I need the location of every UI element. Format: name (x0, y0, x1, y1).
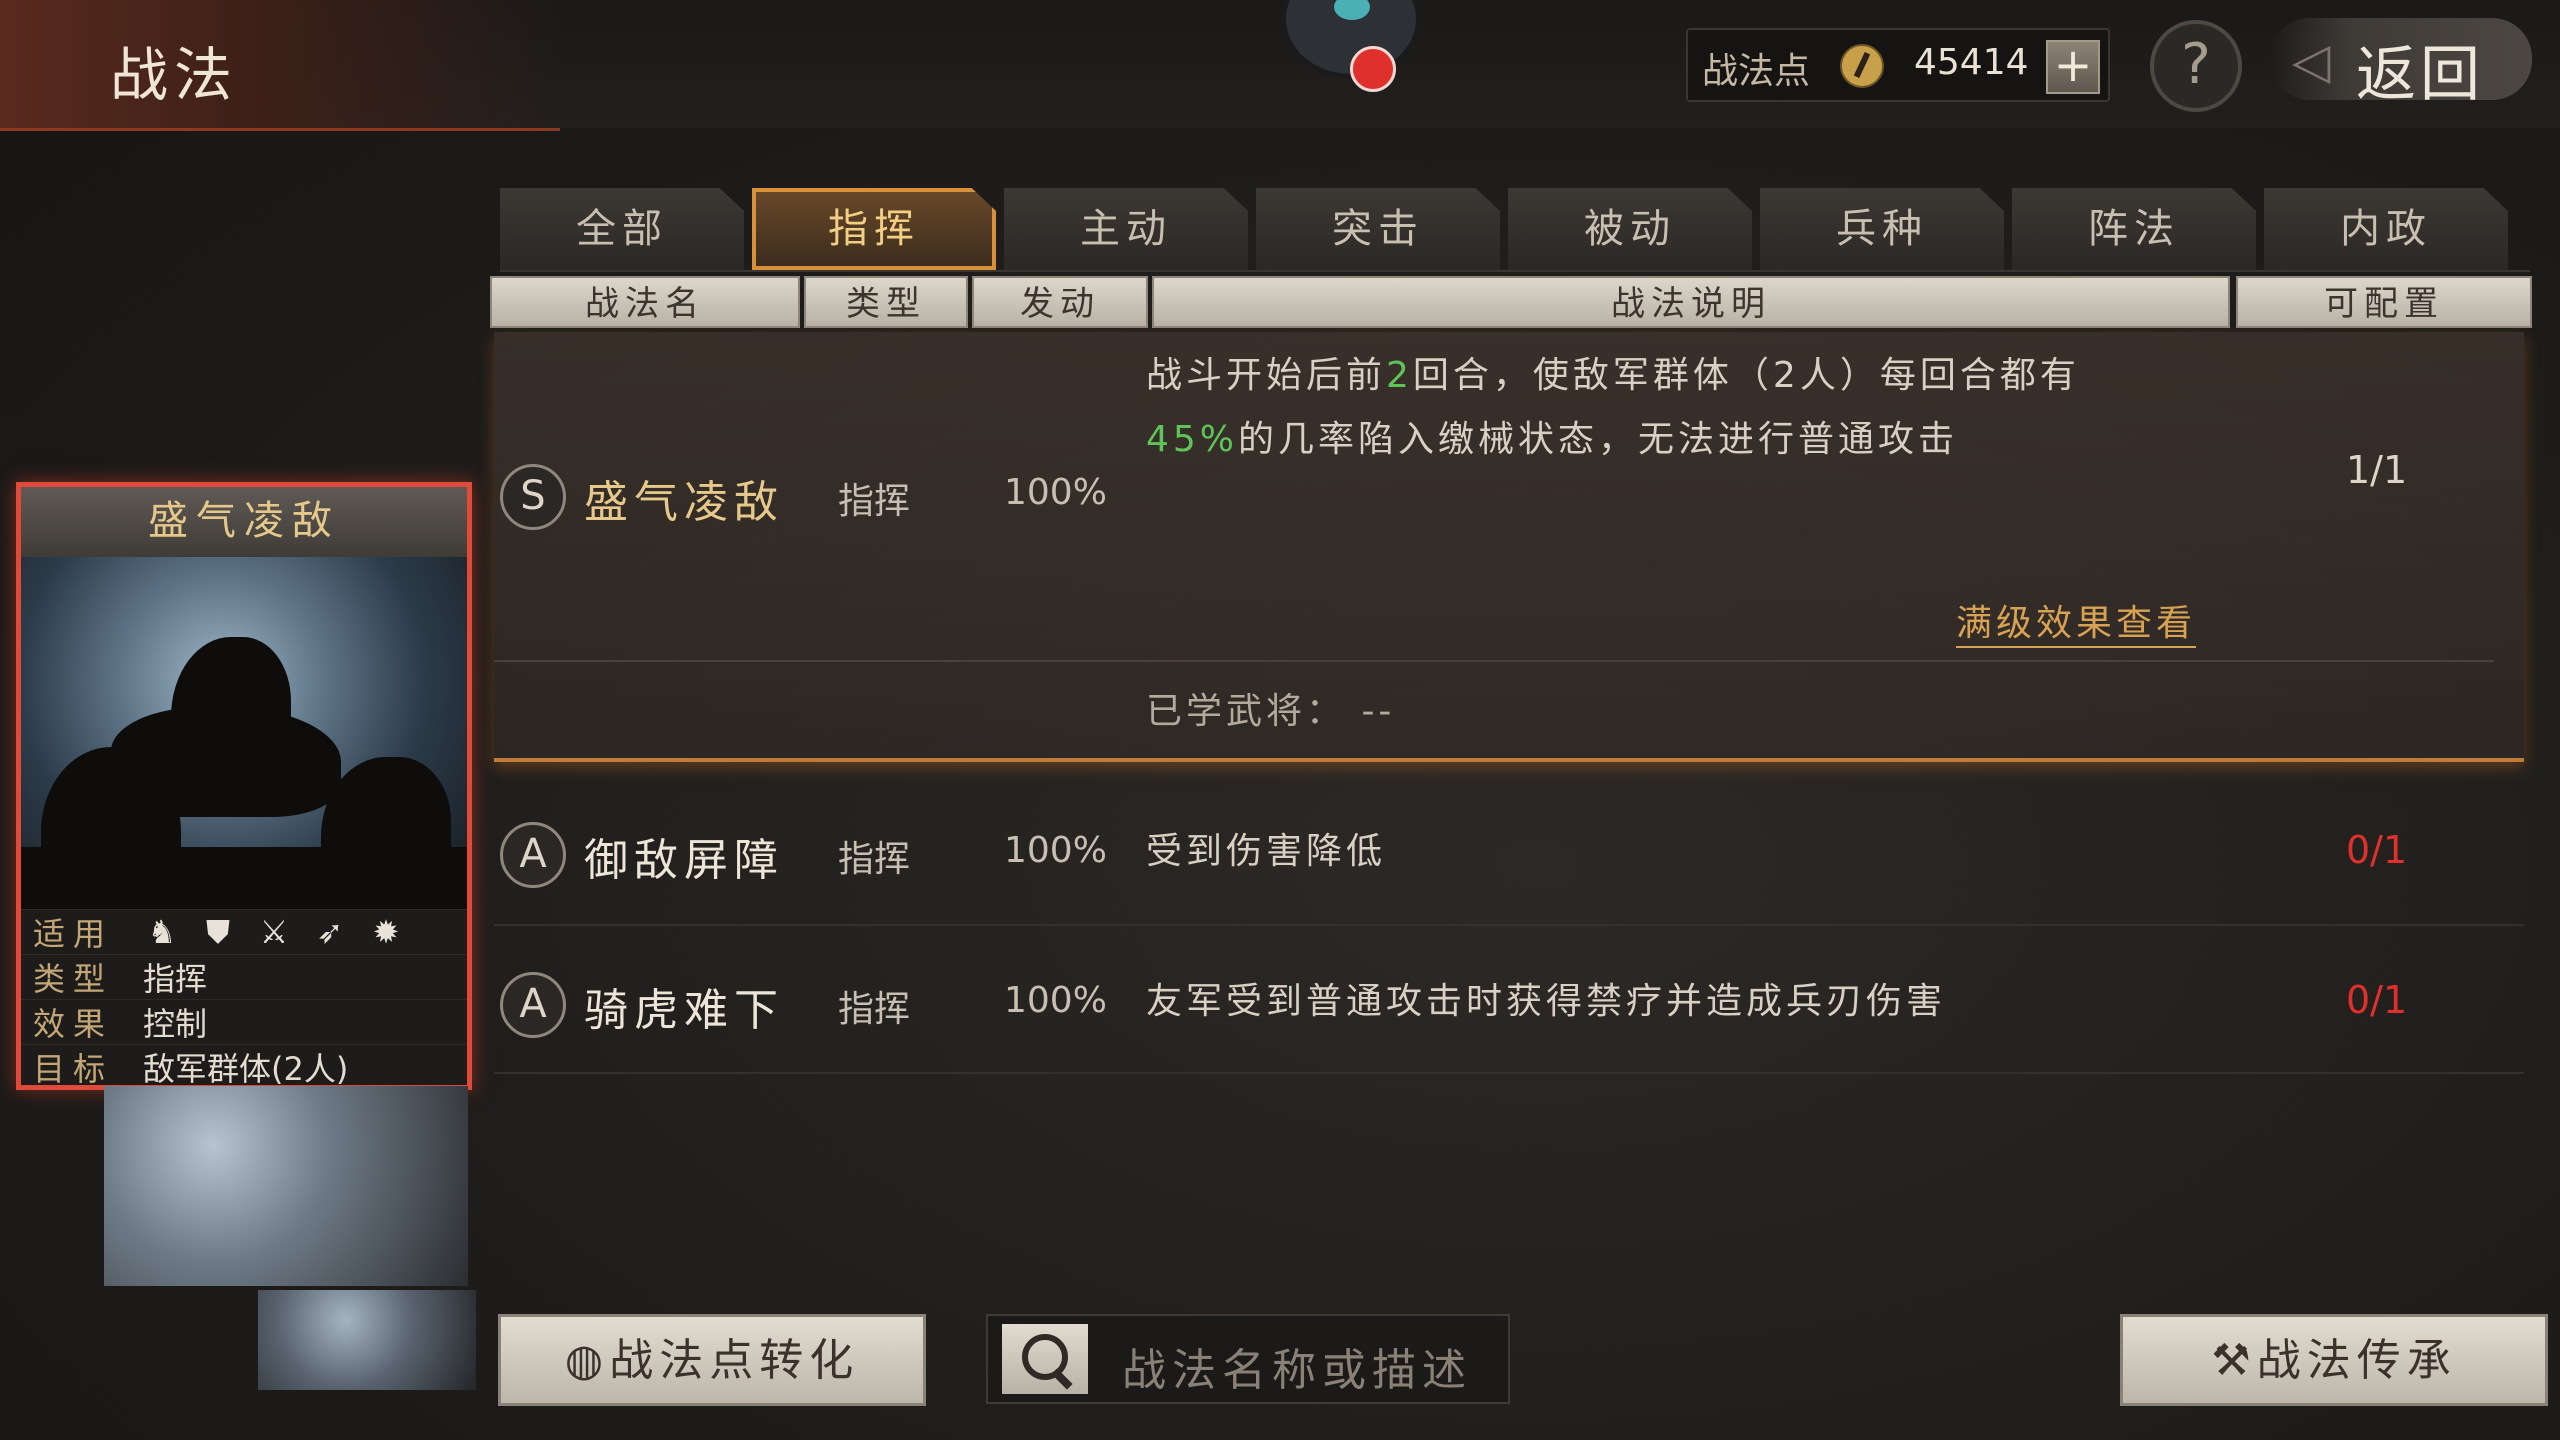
skill-name: 骑虎难下 (584, 985, 784, 1036)
shield-icon: ⛊ (205, 913, 230, 951)
back-button[interactable]: ◁ 返回 (2270, 18, 2532, 110)
skill-probability: 100% (1004, 472, 1107, 513)
stacked-card-art[interactable] (104, 1086, 468, 1286)
skill-description: 战斗开始后前2回合，使敌军群体（2人）每回合都有 45%的几率陷入缴械状态，无法… (1146, 344, 2216, 472)
skill-points-icon: ◍ (564, 1335, 610, 1386)
title-plate: 战法 (0, 0, 560, 131)
crossed-swords-icon: ⚔ (259, 913, 289, 951)
search-placeholder: 战法名称或描述 (1122, 1345, 1472, 1396)
skill-config-count: 0/1 (2346, 978, 2408, 1022)
card-row-effect: 效果 控制 (21, 999, 467, 1044)
card-row-target: 目标 敌军群体(2人) (21, 1044, 467, 1089)
category-tabs: 全部 指挥 主动 突击 被动 兵种 阵法 内政 (500, 188, 2510, 270)
card-label-applicable: 适用 (33, 915, 114, 953)
card-label-type: 类型 (33, 960, 114, 998)
row-divider (494, 660, 2494, 662)
search-input[interactable]: 战法名称或描述 (986, 1314, 1510, 1404)
inherit-skill-label: 战法传承 (2256, 1335, 2457, 1386)
grade-badge: S (500, 464, 566, 530)
cavalry-icon: ♞ (147, 913, 177, 951)
column-header-config[interactable]: 可配置 (2236, 276, 2532, 328)
card-value-effect: 控制 (143, 1005, 208, 1043)
skill-type: 指挥 (838, 481, 911, 522)
grade-badge: A (500, 972, 566, 1038)
skill-name: 御敌屏障 (584, 835, 784, 886)
skill-config-count: 1/1 (2346, 448, 2408, 492)
tab-all[interactable]: 全部 (500, 188, 744, 270)
page-title: 战法 (110, 41, 239, 109)
search-button[interactable] (1002, 1324, 1088, 1394)
card-value-target: 敌军群体(2人) (143, 1050, 349, 1088)
inherit-skill-button[interactable]: ⚒战法传承 (2120, 1314, 2548, 1406)
hammer-icon: ⚒ (2211, 1335, 2257, 1386)
skill-points-label: 战法点 (1702, 51, 1811, 92)
tab-passive[interactable]: 被动 (1508, 188, 1752, 270)
max-level-effect-link[interactable]: 满级效果查看 (1956, 594, 2197, 648)
tab-command[interactable]: 指挥 (752, 188, 996, 270)
skill-points-icon (1840, 44, 1884, 88)
skill-description: 受到伤害降低 (1146, 831, 1387, 872)
skill-probability: 100% (1004, 830, 1107, 871)
card-row-type: 类型 指挥 (21, 954, 467, 999)
tab-formation[interactable]: 阵法 (2012, 188, 2256, 270)
back-label: 返回 (2356, 40, 2484, 110)
skill-points-box: 战法点 45414 + (1686, 28, 2110, 102)
learned-generals: 已学武将： -- (1146, 691, 1396, 732)
stacked-card-art[interactable] (258, 1290, 476, 1390)
card-value-type: 指挥 (143, 960, 208, 998)
card-row-applicable: 适用 ♞ ⛊ ⚔ ➶ ✹ (21, 909, 467, 954)
column-header-desc: 战法说明 (1152, 276, 2230, 328)
skill-type: 指挥 (838, 839, 911, 880)
tab-troop[interactable]: 兵种 (1760, 188, 2004, 270)
skill-probability: 100% (1004, 980, 1107, 1021)
description-line: 战斗开始后前2回合，使敌军群体（2人）每回合都有 (1146, 355, 2080, 396)
add-points-button[interactable]: + (2046, 40, 2100, 94)
tab-assault[interactable]: 突击 (1256, 188, 1500, 270)
column-header-trigger[interactable]: 发动 (972, 276, 1148, 328)
bow-icon: ➶ (316, 913, 344, 951)
skill-description: 友军受到普通攻击时获得禁疗并造成兵刃伤害 (1146, 981, 1947, 1022)
help-button[interactable]: ? (2150, 20, 2242, 112)
skill-illustration (21, 557, 467, 909)
tab-active[interactable]: 主动 (1004, 188, 1248, 270)
mascot-eye-icon (1334, 0, 1370, 20)
column-header-type[interactable]: 类型 (804, 276, 968, 328)
column-header-name[interactable]: 战法名 (490, 276, 800, 328)
grade-badge: A (500, 822, 566, 888)
siege-icon: ✹ (372, 913, 400, 951)
unit-type-icons: ♞ ⛊ ⚔ ➶ ✹ (143, 913, 405, 951)
notification-dot-icon (1350, 46, 1396, 92)
description-line: 45%的几率陷入缴械状态，无法进行普通攻击 (1146, 419, 1959, 460)
tab-divider (500, 270, 2530, 272)
convert-points-button[interactable]: ◍战法点转化 (498, 1314, 926, 1406)
convert-points-label: 战法点转化 (609, 1335, 860, 1386)
skill-name: 盛气凌敌 (584, 477, 784, 528)
skill-detail-card[interactable]: 盛气凌敌 适用 ♞ ⛊ ⚔ ➶ ✹ 类型 指挥 效果 控制 目标 敌军群体(2人… (16, 482, 472, 1090)
skill-row[interactable] (494, 784, 2524, 926)
card-title: 盛气凌敌 (21, 487, 467, 557)
card-label-effect: 效果 (33, 1005, 114, 1043)
tab-domestic[interactable]: 内政 (2264, 188, 2508, 270)
card-label-target: 目标 (33, 1050, 114, 1088)
skill-points-value: 45414 (1914, 42, 2029, 83)
back-arrow-icon: ◁ (2292, 32, 2331, 90)
skill-config-count: 0/1 (2346, 828, 2408, 872)
skill-type: 指挥 (838, 989, 911, 1030)
